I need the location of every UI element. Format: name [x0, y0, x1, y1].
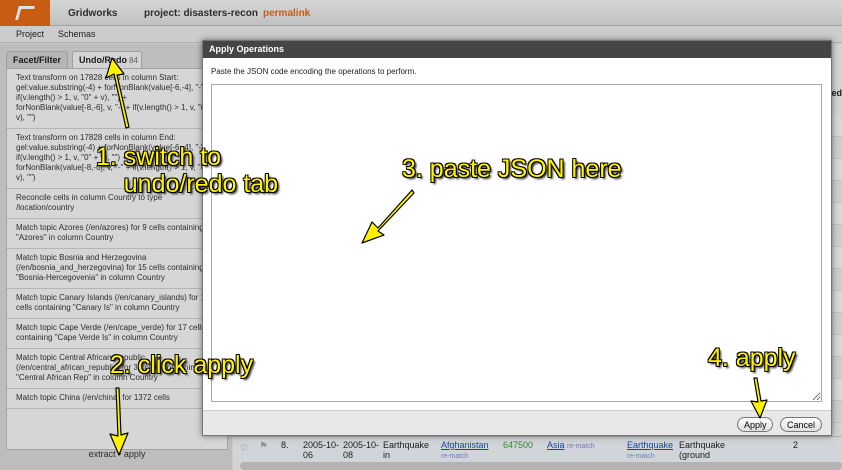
annotation-step-2: 2. click apply [110, 351, 254, 379]
annotation-step-1: 1. switch to undo/redo tab [96, 143, 279, 198]
annotation-step-4: 4. apply [708, 344, 796, 372]
dialog-title: Apply Operations [203, 41, 831, 58]
apply-operations-dialog: Apply Operations Paste the JSON code enc… [202, 40, 832, 436]
cancel-button[interactable]: Cancel [780, 417, 822, 432]
apply-button[interactable]: Apply [737, 417, 773, 432]
annotation-step-3: 3. paste JSON here [402, 155, 622, 183]
dialog-footer: Apply Cancel [203, 410, 831, 435]
dialog-instruction: Paste the JSON code encoding the operati… [211, 67, 417, 76]
